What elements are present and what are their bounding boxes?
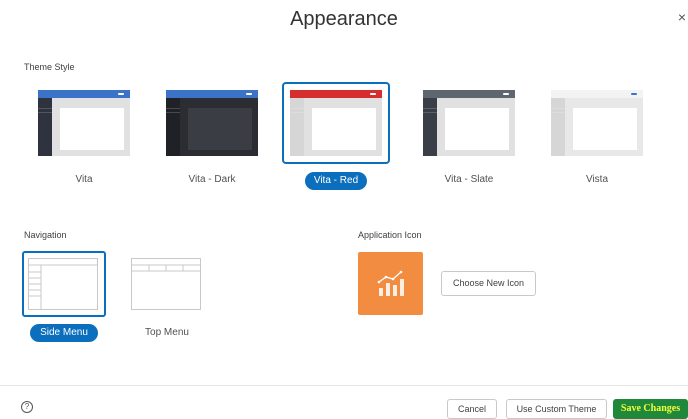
theme-preview-nav [423, 98, 437, 156]
theme-preview [423, 90, 515, 156]
theme-option-vita-red[interactable] [282, 82, 390, 164]
theme-option-label[interactable]: Vista [547, 174, 647, 185]
theme-option-label[interactable]: Vita [34, 174, 134, 185]
theme-preview-header-button [246, 92, 252, 95]
theme-preview-nav [166, 98, 180, 156]
nav-option-side-menu[interactable] [22, 251, 106, 317]
navigation-label: Navigation [24, 230, 67, 240]
theme-option-label[interactable]: Vita - Dark [162, 174, 262, 185]
theme-option-vita-dark[interactable] [158, 82, 266, 164]
dialog-title: Appearance [290, 8, 398, 30]
theme-option-label[interactable]: Vita - Red [305, 172, 367, 190]
theme-option-label[interactable]: Vita - Slate [419, 174, 519, 185]
theme-preview-header [166, 90, 258, 98]
theme-preview-header-button [503, 92, 509, 95]
theme-preview-header-button [118, 92, 124, 95]
top-menu-preview [131, 258, 201, 310]
theme-preview-nav-line [551, 108, 565, 109]
theme-preview-header-button [631, 92, 637, 95]
top-menu-layout-icon [132, 264, 200, 272]
footer-divider [0, 385, 688, 386]
theme-option-vista[interactable] [543, 82, 651, 164]
theme-style-label: Theme Style [24, 62, 75, 72]
theme-preview-content [188, 108, 252, 150]
theme-preview-content [445, 108, 509, 150]
cancel-button[interactable]: Cancel [447, 399, 497, 419]
side-menu-label[interactable]: Side Menu [30, 324, 98, 342]
theme-preview-nav [38, 98, 52, 156]
choose-new-icon-button[interactable]: Choose New Icon [441, 271, 536, 296]
theme-preview-nav-line [423, 108, 437, 109]
theme-preview-content [312, 108, 376, 150]
side-menu-layout-icon [29, 264, 97, 309]
theme-preview [551, 90, 643, 156]
theme-preview [290, 90, 382, 156]
theme-option-vita[interactable] [30, 82, 138, 164]
use-custom-theme-button[interactable]: Use Custom Theme [506, 399, 607, 419]
theme-preview-nav-line [166, 112, 180, 113]
save-changes-button[interactable]: Save Changes [613, 399, 688, 419]
nav-option-top-menu[interactable] [125, 251, 209, 317]
help-icon[interactable]: ? [21, 401, 33, 413]
theme-preview-nav-line [290, 108, 304, 109]
application-icon-preview [358, 252, 423, 315]
theme-preview-nav-line [423, 112, 437, 113]
theme-preview-content [573, 108, 637, 150]
theme-preview-nav-line [290, 112, 304, 113]
top-menu-label[interactable]: Top Menu [125, 327, 209, 338]
theme-preview-header [38, 90, 130, 98]
theme-preview-nav-line [38, 112, 52, 113]
theme-option-vita-slate[interactable] [415, 82, 523, 164]
theme-preview-header-button [370, 92, 376, 95]
application-icon-label: Application Icon [358, 230, 422, 240]
theme-preview-nav [551, 98, 565, 156]
theme-preview-header [290, 90, 382, 98]
theme-preview-header [423, 90, 515, 98]
side-menu-preview [28, 258, 98, 310]
theme-preview [166, 90, 258, 156]
theme-preview [38, 90, 130, 156]
theme-preview-nav-line [166, 108, 180, 109]
chart-trend-icon [377, 270, 404, 296]
theme-preview-nav-line [551, 112, 565, 113]
theme-preview-content [60, 108, 124, 150]
close-icon[interactable]: × [678, 10, 686, 24]
theme-preview-nav-line [38, 108, 52, 109]
theme-preview-nav [290, 98, 304, 156]
theme-preview-header [551, 90, 643, 98]
